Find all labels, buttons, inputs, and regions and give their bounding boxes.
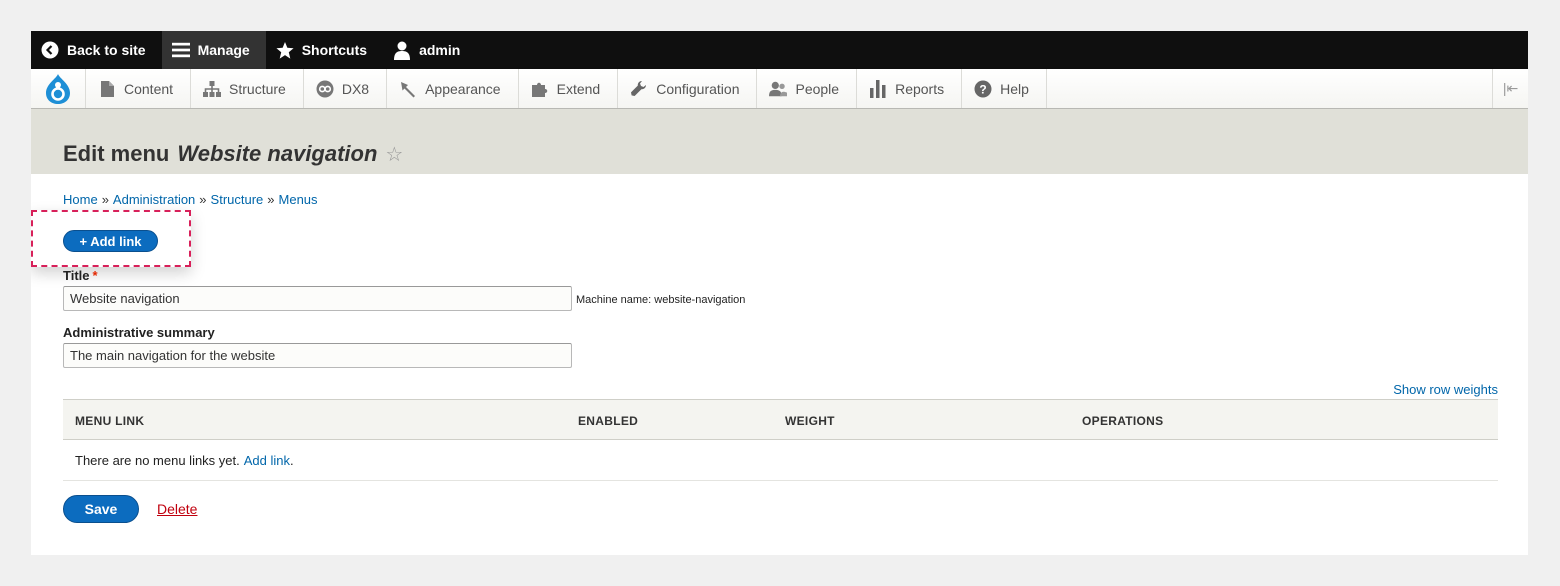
manage-button[interactable]: Manage bbox=[161, 31, 266, 69]
add-link-button[interactable]: + Add link bbox=[63, 230, 158, 252]
tray-item-configuration[interactable]: Configuration bbox=[618, 69, 758, 108]
manage-label: Manage bbox=[197, 42, 250, 58]
title-input-value: Website navigation bbox=[70, 291, 180, 306]
title-input[interactable]: Website navigation bbox=[63, 286, 572, 311]
shortcuts-button[interactable]: Shortcuts bbox=[266, 31, 383, 69]
menu-links-table: MENU LINK ENABLED WEIGHT OPERATIONS Ther… bbox=[63, 399, 1498, 481]
hamburger-icon bbox=[171, 41, 190, 59]
breadcrumb-home[interactable]: Home bbox=[63, 192, 98, 207]
user-label: admin bbox=[419, 42, 461, 58]
star-icon bbox=[276, 41, 294, 59]
help-icon: ? bbox=[974, 80, 992, 98]
machine-name: Machine name: website-navigation bbox=[576, 294, 746, 306]
summary-field-label: Administrative summary bbox=[63, 325, 215, 340]
admin-frame: Back to site Manage Shortcuts admin Cont… bbox=[31, 31, 1528, 555]
chevron-left-circle-icon bbox=[41, 41, 59, 59]
drupal-logo[interactable] bbox=[31, 69, 86, 108]
tray-orientation-toggle[interactable]: |⇤ bbox=[1492, 69, 1528, 108]
breadcrumb-administration[interactable]: Administration bbox=[113, 192, 195, 207]
page-title-prefix: Edit menu bbox=[63, 141, 170, 166]
tray-item-dx8[interactable]: DX8 bbox=[304, 69, 388, 108]
column-weight: WEIGHT bbox=[785, 414, 835, 428]
drupal-drop-icon bbox=[46, 73, 70, 104]
table-row: There are no menu links yet. Add link. bbox=[63, 440, 1498, 481]
page-title: Edit menu Website navigation ☆ bbox=[63, 141, 403, 167]
people-icon bbox=[769, 80, 788, 98]
breadcrumb-separator: » bbox=[267, 192, 275, 207]
column-menu-link: MENU LINK bbox=[75, 414, 145, 428]
puzzle-icon bbox=[531, 80, 549, 98]
tray-item-content-label: Content bbox=[124, 80, 174, 97]
tray-item-appearance-label: Appearance bbox=[425, 80, 501, 97]
tray-item-help-label: Help bbox=[1000, 80, 1029, 97]
summary-input-value: The main navigation for the website bbox=[70, 348, 276, 363]
column-operations: OPERATIONS bbox=[1082, 414, 1164, 428]
column-enabled: ENABLED bbox=[578, 414, 639, 428]
show-row-weights-link[interactable]: Show row weights bbox=[1393, 382, 1498, 397]
breadcrumb-separator: » bbox=[101, 192, 109, 207]
file-icon bbox=[98, 80, 116, 98]
shortcut-star-icon[interactable]: ☆ bbox=[385, 142, 403, 167]
tray-item-reports-label: Reports bbox=[895, 80, 945, 97]
title-label-text: Title bbox=[63, 268, 90, 283]
shortcuts-label: Shortcuts bbox=[301, 42, 368, 58]
user-icon bbox=[393, 41, 411, 60]
empty-add-link[interactable]: Add link bbox=[244, 453, 290, 468]
page-title-menu-name: Website navigation bbox=[177, 141, 378, 166]
tray-item-content[interactable]: Content bbox=[86, 69, 192, 108]
empty-suffix: . bbox=[290, 452, 294, 468]
save-button[interactable]: Save bbox=[63, 495, 139, 523]
svg-text:?: ? bbox=[979, 82, 986, 96]
summary-input[interactable]: The main navigation for the website bbox=[63, 343, 572, 368]
bar-chart-icon bbox=[869, 79, 887, 98]
tray-item-structure-label: Structure bbox=[229, 80, 286, 97]
tray-item-help[interactable]: ? Help bbox=[962, 69, 1047, 108]
breadcrumb: Home» Administration» Structure» Menus bbox=[63, 192, 318, 207]
delete-link[interactable]: Delete bbox=[157, 501, 197, 517]
admin-toolbar: Back to site Manage Shortcuts admin bbox=[31, 31, 1528, 69]
breadcrumb-menus[interactable]: Menus bbox=[279, 192, 318, 207]
collapse-arrow-icon: |⇤ bbox=[1502, 80, 1519, 96]
sitemap-icon bbox=[203, 80, 222, 98]
tray-item-people-label: People bbox=[795, 80, 840, 97]
title-field-label: Title * bbox=[63, 268, 98, 283]
tray-item-reports[interactable]: Reports bbox=[857, 69, 963, 108]
user-button[interactable]: admin bbox=[383, 31, 476, 69]
paintbrush-icon bbox=[399, 80, 417, 98]
empty-table-text: There are no menu links yet. bbox=[75, 452, 240, 468]
tray-item-extend-label: Extend bbox=[556, 80, 601, 97]
tray-item-extend[interactable]: Extend bbox=[519, 69, 619, 108]
tray-item-structure[interactable]: Structure bbox=[191, 69, 304, 108]
table-header: MENU LINK ENABLED WEIGHT OPERATIONS bbox=[63, 399, 1498, 440]
tray-item-people[interactable]: People bbox=[757, 69, 858, 108]
tray-item-dx8-label: DX8 bbox=[341, 80, 370, 97]
dx8-icon bbox=[316, 80, 334, 98]
tray-item-appearance[interactable]: Appearance bbox=[387, 69, 519, 108]
breadcrumb-structure[interactable]: Structure bbox=[211, 192, 264, 207]
back-to-site-label: Back to site bbox=[67, 42, 146, 58]
tray-item-configuration-label: Configuration bbox=[656, 80, 740, 97]
breadcrumb-separator: » bbox=[199, 192, 207, 207]
wrench-icon bbox=[630, 80, 648, 98]
back-to-site-button[interactable]: Back to site bbox=[31, 31, 162, 69]
admin-tray: Content Structure DX8 Appearance Extend bbox=[31, 69, 1528, 109]
required-marker: * bbox=[92, 268, 98, 283]
